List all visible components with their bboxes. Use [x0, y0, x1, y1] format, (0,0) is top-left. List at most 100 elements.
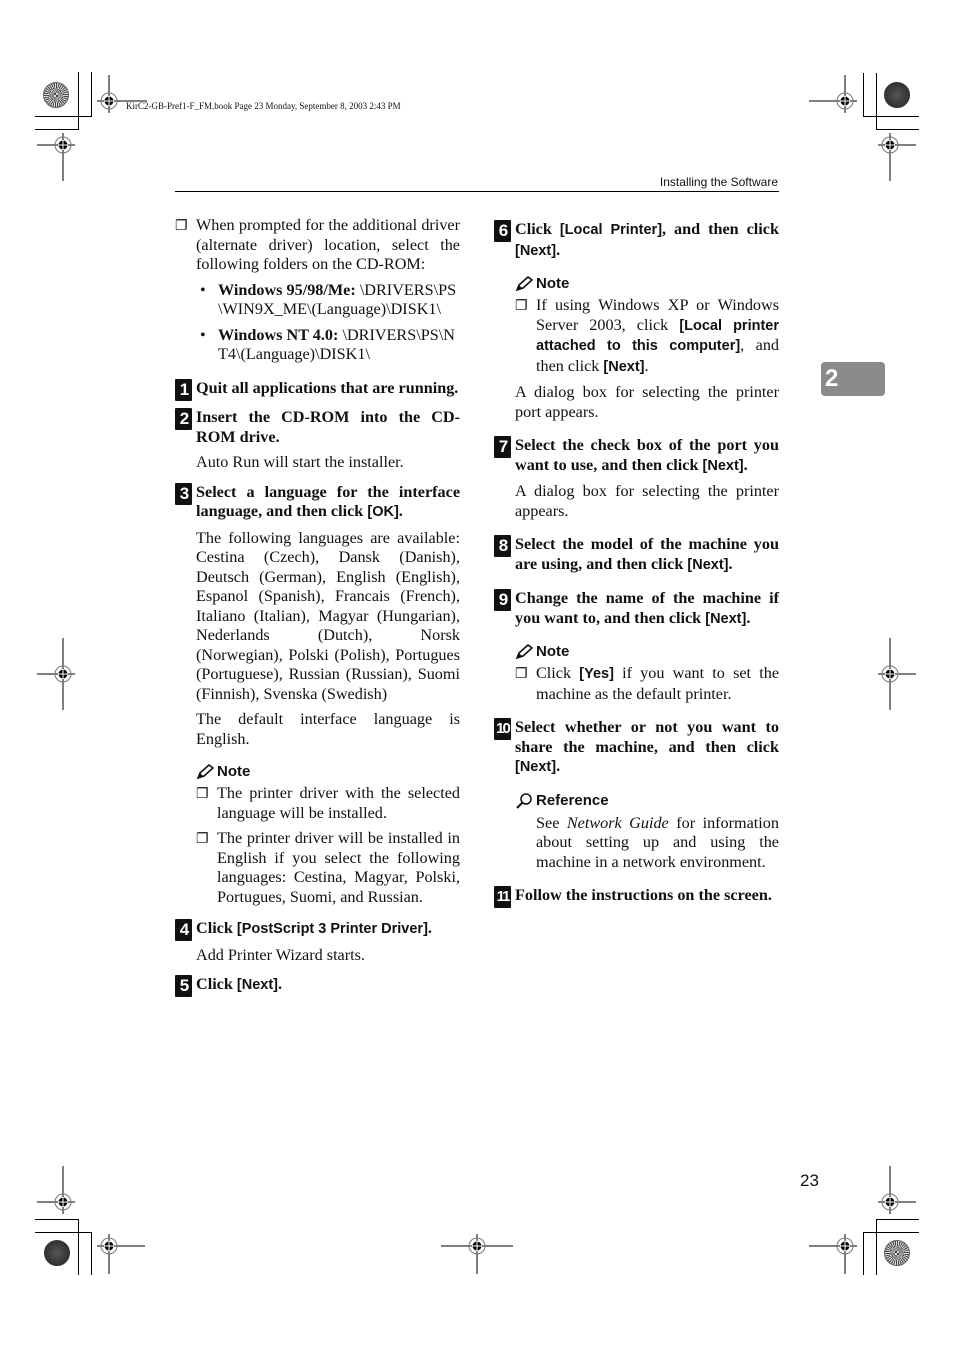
- step-title-text: Click: [515, 220, 560, 238]
- ui-keyword: [Next]: [515, 242, 557, 259]
- registration-mark-icon: [809, 75, 857, 113]
- registration-mark-icon: [37, 1166, 75, 1214]
- step-title-text: Click: [196, 919, 237, 937]
- checkbox-bullet-icon: ❐: [175, 219, 188, 234]
- step-title-text: .: [743, 455, 748, 474]
- pencil-icon: [515, 275, 533, 291]
- step-10: 10 Select whether or not you want to sha…: [494, 718, 779, 872]
- ui-keyword: [Next]: [702, 457, 744, 474]
- step-number: 5: [175, 975, 192, 997]
- crop-line: [876, 73, 877, 130]
- crop-line: [78, 72, 79, 130]
- step-title-text: .: [556, 240, 561, 259]
- step-9: 9 Change the name of the machine if you …: [494, 589, 779, 704]
- step-number: 2: [175, 408, 192, 430]
- registration-mark-icon: [878, 133, 916, 181]
- ui-keyword: [Next]: [515, 759, 557, 775]
- crop-line: [876, 129, 919, 130]
- step-title-text: Select a language for the interface lang…: [196, 482, 460, 521]
- step-7: 7 Select the check box of the port you w…: [494, 436, 779, 521]
- step-title: Select a language for the interface lang…: [196, 483, 460, 523]
- ui-keyword: [Next]: [705, 610, 747, 627]
- path-label: Windows NT 4.0:: [218, 325, 339, 344]
- magnifier-icon: [516, 792, 532, 809]
- step-number: 1: [175, 378, 192, 401]
- note-label: Note: [217, 763, 251, 780]
- color-rosette-icon: [43, 82, 69, 108]
- crop-line: [78, 1219, 79, 1275]
- step-body: The following languages are available: C…: [196, 528, 460, 703]
- note-text: The printer driver will be installed in …: [217, 829, 460, 906]
- step-body: A dialog box for selecting the printer a…: [515, 482, 779, 520]
- note-text: The printer driver with the selected lan…: [217, 784, 460, 822]
- step-number: 11: [494, 886, 511, 908]
- step-1: 1 Quit all applications that are running…: [175, 378, 460, 401]
- reference-text: See: [536, 813, 567, 832]
- crop-line: [863, 73, 864, 117]
- guide-title: Network Guide: [566, 813, 669, 832]
- print-info: KirC2-GB-Pref1-F_FM.book Page 23 Monday,…: [126, 101, 401, 111]
- step-title-text: Select whether or not you want to share …: [515, 718, 779, 756]
- reference-body: See Network Guide for information about …: [536, 814, 779, 873]
- registration-mark-icon: [878, 1166, 916, 1214]
- crop-line: [863, 1232, 919, 1233]
- step-title-text: .: [556, 757, 561, 775]
- chapter-tab: 2: [821, 362, 885, 396]
- right-column: 6 Click [Local Printer], and then click …: [494, 220, 779, 908]
- step-number: 10: [494, 718, 511, 740]
- crop-line: [35, 129, 79, 130]
- note-heading: Note: [196, 763, 460, 780]
- note-item: ❐ If using Windows XP or Windows Server …: [515, 296, 779, 377]
- crop-line: [35, 116, 92, 117]
- step-number: 3: [175, 482, 192, 505]
- step-8: 8 Select the model of the machine you ar…: [494, 535, 779, 575]
- crop-line: [863, 1232, 864, 1275]
- intro-bullet: ❐ When prompted for the additional drive…: [175, 216, 460, 275]
- registration-mark-icon: [37, 638, 75, 710]
- color-rosette-icon: [884, 82, 910, 108]
- step-body: The default interface language is Englis…: [196, 710, 460, 748]
- ui-keyword: [Next]: [236, 977, 279, 993]
- step-body: A dialog box for selecting the printer p…: [515, 383, 779, 421]
- page-number: 23: [800, 1171, 819, 1190]
- step-title: Select the model of the machine you are …: [515, 535, 779, 575]
- color-rosette-icon: [44, 1240, 70, 1266]
- note-text: Click: [536, 664, 580, 682]
- color-rosette-icon: [884, 1240, 910, 1266]
- step-3: 3 Select a language for the interface la…: [175, 482, 460, 908]
- step-title-text: Select the model of the machine you are …: [515, 535, 779, 573]
- path-item: • Windows 95/98/Me: \DRIVERS\PS\WIN9X_ME…: [196, 281, 460, 320]
- pencil-icon: [515, 643, 533, 659]
- crop-line: [863, 116, 919, 117]
- crop-line: [876, 1219, 919, 1220]
- note-item: ❐ The printer driver with the selected l…: [196, 784, 460, 823]
- intro-text: When prompted for the additional driver …: [196, 216, 460, 273]
- step-number: 8: [494, 535, 511, 557]
- crop-line: [35, 1219, 79, 1220]
- step-number: 9: [494, 589, 511, 611]
- step-body: Auto Run will start the installer.: [196, 453, 404, 471]
- crop-line: [91, 72, 92, 117]
- step-number: 4: [175, 919, 192, 941]
- ui-keyword: [PostScript 3 Printer Driver]: [236, 921, 428, 937]
- step-4: 4 Click [PostScript 3 Printer Driver]. A…: [175, 919, 460, 965]
- step-title: Insert the CD-ROM into the CD-ROM drive.: [196, 408, 460, 446]
- step-11: 11 Follow the instructions on the screen…: [494, 886, 779, 908]
- step-title-text: .: [278, 975, 283, 993]
- path-item: • Windows NT 4.0: \DRIVERS\PS\NT4\(Langu…: [196, 326, 460, 365]
- running-head: Installing the Software: [659, 175, 778, 189]
- step-title-text: .: [398, 502, 403, 520]
- step-2: 2 Insert the CD-ROM into the CD-ROM driv…: [175, 408, 460, 473]
- note-item: ❐ Click [Yes] if you want to set the mac…: [515, 664, 779, 704]
- step-5: 5 Click [Next].: [175, 975, 460, 997]
- ui-keyword: [OK]: [367, 504, 399, 520]
- step-title: Change the name of the machine if you wa…: [515, 589, 779, 629]
- registration-mark-icon: [37, 133, 75, 181]
- note-heading: Note: [515, 643, 779, 660]
- step-title: Click [Next].: [196, 975, 460, 996]
- step-number: 7: [494, 436, 511, 458]
- note-label: Note: [536, 643, 570, 660]
- step-title-text: Click: [196, 975, 237, 993]
- step-body: Add Printer Wizard starts.: [196, 945, 365, 964]
- note-label: Note: [536, 275, 570, 292]
